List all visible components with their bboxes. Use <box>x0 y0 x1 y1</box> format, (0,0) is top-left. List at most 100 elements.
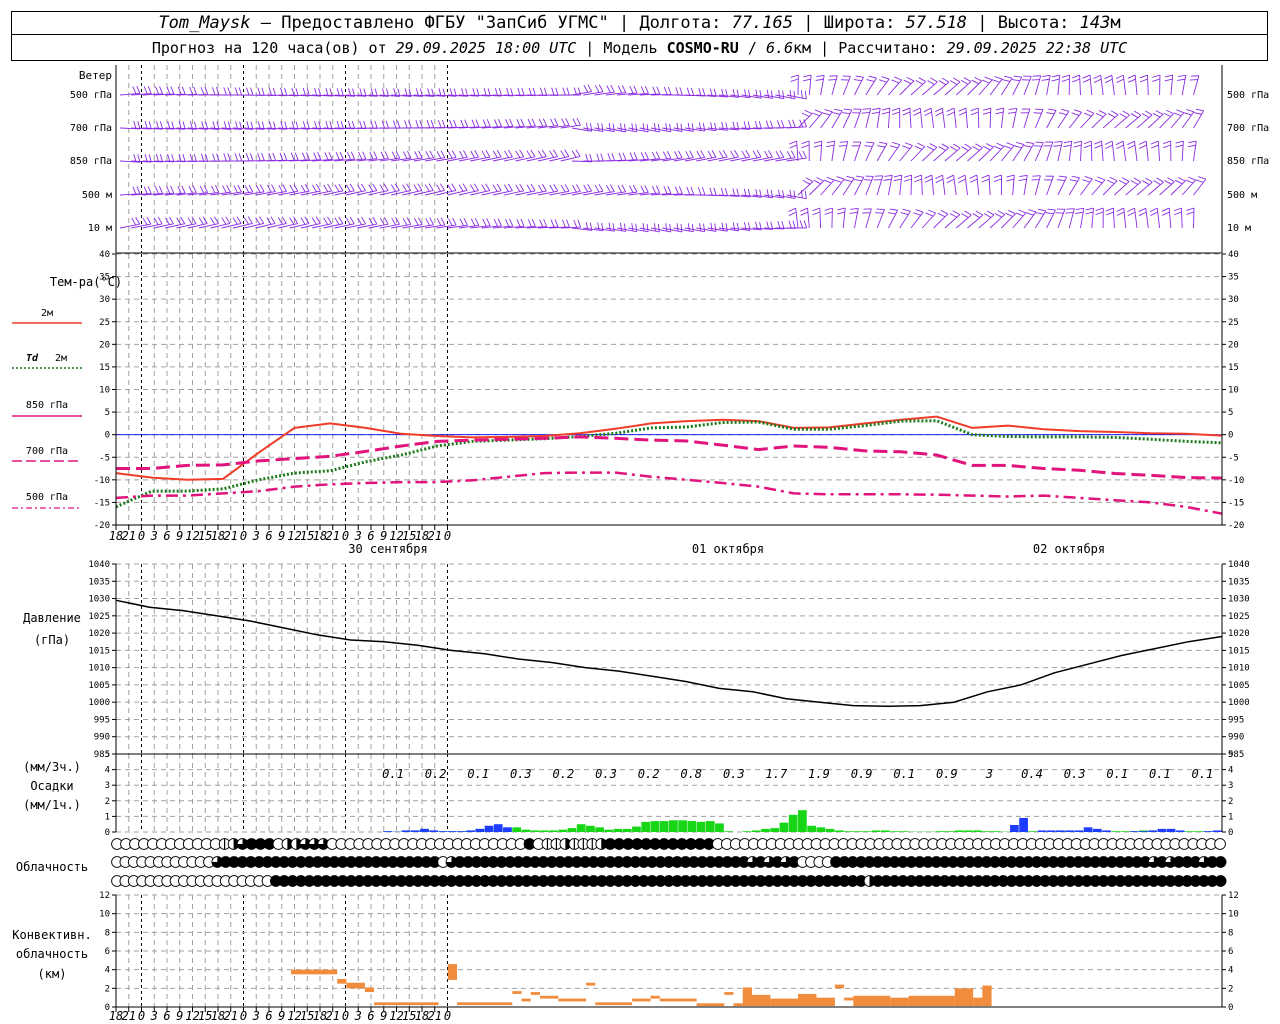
wind-barbs <box>119 74 1207 233</box>
wind-barb-shaft <box>312 190 332 196</box>
wind-barb-feather <box>1015 212 1024 217</box>
wind-barb-feather <box>486 218 491 226</box>
wind-barb-shaft <box>1193 178 1207 196</box>
wind-barb-feather <box>504 150 509 158</box>
precip-bar-green <box>899 831 909 832</box>
wind-barb-shaft <box>651 227 671 233</box>
wind-barb-feather <box>1162 140 1171 145</box>
date-label-2: 01 октября <box>692 542 764 556</box>
wind-barb-feather <box>295 87 299 96</box>
wind-barb-feather <box>594 85 600 93</box>
y-tick-label-left: 990 <box>94 733 110 743</box>
wind-barb-feather <box>255 185 261 193</box>
wind-barb-feather <box>1162 211 1170 216</box>
y-tick-label-left: 3 <box>105 781 110 791</box>
wind-barb-shaft <box>549 156 569 162</box>
wind-barb-shaft <box>639 227 660 233</box>
x-tick-label-bottom: 9 <box>380 1009 387 1023</box>
y-tick-label-right: 5 <box>1228 750 1233 760</box>
wind-barb-shaft <box>221 223 242 229</box>
precip-unit-3h: (мм/3ч.) <box>23 760 81 774</box>
precip-3h-label: 0.1 <box>1192 767 1214 781</box>
wind-barb-feather <box>1008 107 1017 110</box>
wind-barb-feather <box>1115 140 1124 146</box>
wind-barb-feather <box>585 153 589 162</box>
wind-barb-feather <box>289 217 295 225</box>
wind-barb-shaft <box>989 107 992 129</box>
wind-barb-shaft <box>481 190 502 196</box>
wind-barb-feather <box>834 179 842 183</box>
wind-barb-feather <box>515 184 521 192</box>
wind-barb-feather <box>934 107 943 113</box>
wind-barb-shaft <box>1102 114 1119 129</box>
wind-barb-feather <box>541 183 547 192</box>
wind-barb-feather <box>200 86 205 95</box>
wind-barb-feather <box>689 150 694 158</box>
wind-barb-feather <box>667 86 672 95</box>
wind-barb-feather <box>789 90 792 99</box>
precip-bar-green <box>963 830 973 832</box>
wind-barb-feather <box>970 111 979 116</box>
wind-barb-shaft <box>605 227 626 232</box>
wind-barb-shaft <box>1193 75 1200 96</box>
wind-barb-shaft <box>594 227 615 232</box>
y-tick-label-left: 4 <box>105 966 110 976</box>
wind-barb-feather <box>644 151 649 160</box>
wind-barb-feather <box>1138 140 1147 145</box>
y-tick-label-right: -20 <box>1228 521 1244 531</box>
wind-barb-feather <box>351 120 356 129</box>
wind-barb-shaft <box>594 127 615 133</box>
wind-barb-feather <box>216 153 220 162</box>
cloud-title: Облачность <box>16 860 88 874</box>
wind-barb-feather <box>702 123 706 132</box>
wind-barb-feather <box>408 120 412 129</box>
y-tick-label-right: 30 <box>1228 295 1239 305</box>
y-tick-label-right: 1040 <box>1228 560 1250 570</box>
wind-barb-feather <box>147 86 152 94</box>
wind-barb-feather <box>770 90 773 99</box>
wind-barb-feather <box>1065 212 1074 214</box>
y-tick-label-right: 25 <box>1228 318 1239 328</box>
wind-barb-feather <box>903 174 912 178</box>
x-tick-label-bottom: 21 <box>326 1009 340 1023</box>
wind-barb-feather <box>1152 74 1161 78</box>
wind-barb-feather <box>1094 144 1103 149</box>
y-tick-label-right: 1020 <box>1228 629 1250 639</box>
wind-barb-feather <box>618 152 623 161</box>
wind-barb-shaft <box>1145 208 1149 229</box>
wind-barb-feather <box>143 186 148 195</box>
wind-barb-feather <box>1084 176 1093 180</box>
wind-barb-feather <box>406 183 412 191</box>
wind-barb-feather <box>889 208 898 211</box>
wind-barb-feather <box>632 184 638 193</box>
wind-barb-shaft <box>334 190 355 196</box>
wind-barb-shaft <box>458 156 479 162</box>
wind-barb-shaft <box>831 178 845 196</box>
wind-barb-feather <box>635 223 638 232</box>
wind-barb-feather <box>167 153 171 162</box>
wind-barb-shaft <box>1181 141 1184 162</box>
precip-bar-blue <box>475 828 485 832</box>
wind-barb-feather <box>800 90 803 99</box>
wind-barb-feather <box>515 150 521 158</box>
wind-barb-feather <box>1116 78 1124 83</box>
precip-bar-blue <box>1203 831 1213 832</box>
wind-barb-feather <box>853 79 862 82</box>
wind-barb-feather <box>610 84 615 93</box>
convective-bar <box>696 1003 725 1007</box>
wind-barb-feather <box>227 153 231 162</box>
wind-barb-feather <box>913 111 921 116</box>
wind-barb-feather <box>358 151 363 160</box>
precip-bar-green <box>687 821 697 832</box>
wind-barb-feather <box>168 216 174 225</box>
wind-barb-feather <box>836 211 845 215</box>
precip-bar-blue <box>1129 831 1139 832</box>
wind-barb-feather <box>246 87 250 96</box>
precip-3h-label: 0.3 <box>1064 767 1086 781</box>
wind-barb-shaft <box>876 209 885 229</box>
wind-barb-feather <box>189 86 193 95</box>
wind-barb-shaft <box>165 223 185 229</box>
precip-bar-green <box>788 814 798 832</box>
x-tick-label-top: 6 <box>367 529 374 543</box>
wind-barb-feather <box>781 120 785 129</box>
